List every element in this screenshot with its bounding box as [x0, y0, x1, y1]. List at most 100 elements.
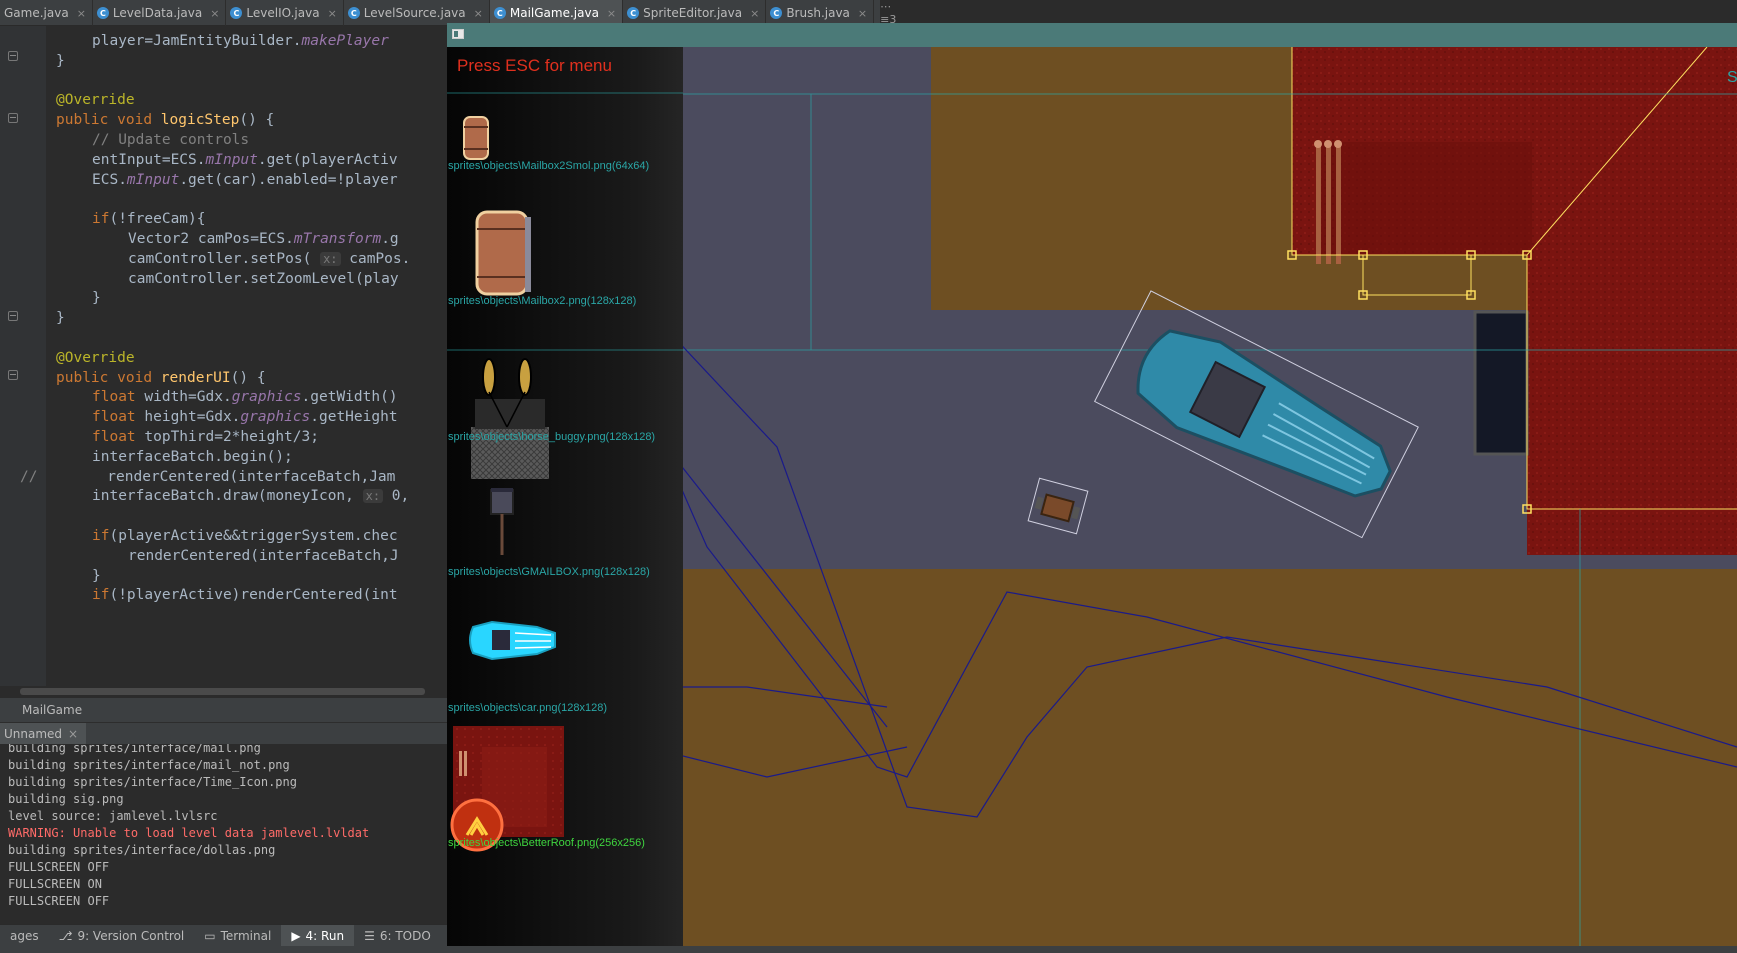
gmailbox-thumbnail[interactable] [490, 488, 514, 555]
run-console[interactable]: building sprites/interface/mail.png build… [0, 744, 450, 924]
palette-label[interactable]: sprites\objects\horse_buggy.png(128x128) [448, 431, 655, 443]
palette-label[interactable]: sprites\objects\Mailbox2Smol.png(64x64) [448, 160, 649, 172]
palette-label[interactable]: sprites\objects\Mailbox2.png(128x128) [448, 295, 636, 307]
edge-letter: S [1727, 69, 1737, 86]
editor-tab-label: LevelIO.java [246, 6, 320, 20]
code-line: renderCentered(interfaceBatch,J [128, 547, 399, 564]
code-line: } [92, 290, 101, 307]
editor-tab[interactable]: Game.java × [0, 0, 93, 26]
console-line: building sprites/interface/dollas.png [8, 843, 276, 857]
run-tab[interactable]: ▶ 4: Run [281, 924, 355, 947]
sprite-palette[interactable]: Press ESC for menu sprites\objects\Mailb… [447, 47, 683, 946]
console-line: building sprites/interface/mail_not.png [8, 758, 290, 772]
editor-tab[interactable]: C LevelIO.java × [226, 0, 344, 26]
code-line: } [92, 567, 101, 584]
code-line: if(!freeCam){ [92, 211, 206, 228]
editor-tab[interactable]: C LevelData.java × [93, 0, 227, 26]
console-line: building sig.png [8, 792, 124, 806]
code-line: interfaceBatch.begin(); [92, 448, 293, 465]
todo-tab[interactable]: ☰ 6: TODO [354, 925, 441, 947]
fold-icon[interactable] [8, 113, 18, 123]
window-icon [452, 29, 464, 39]
palette-thumbnails [447, 92, 683, 852]
console-line: WARNING: Unable to load level data jamle… [8, 826, 370, 840]
editor-tab-label: SpriteEditor.java [643, 6, 743, 20]
terminal-tab[interactable]: ▭ Terminal [194, 925, 281, 947]
code-line: entInput=ECS.mInput.get(playerActiv [92, 151, 398, 168]
doorway [1473, 310, 1529, 456]
todo-tab-label: 6: TODO [379, 928, 431, 943]
run-panel-title: MailGame [0, 698, 450, 722]
game-window-titlebar[interactable] [447, 23, 1737, 47]
code-line: ECS.mInput.get(car).enabled=!player [92, 171, 398, 188]
console-line: level source: jamlevel.lvlsrc [8, 809, 218, 823]
horizontal-scrollbar[interactable] [20, 688, 425, 695]
version-control-tab[interactable]: ⎇ 9: Version Control [49, 925, 195, 947]
code-line: public void renderUI() { [56, 369, 266, 386]
close-icon[interactable]: × [607, 7, 616, 20]
close-icon[interactable]: × [68, 723, 78, 745]
code-line: if(!playerActive)renderCentered(int [92, 587, 398, 604]
code-line: camController.setZoomLevel(play [128, 270, 399, 287]
roof-shadow [1317, 142, 1532, 255]
close-icon[interactable]: × [858, 7, 867, 20]
run-tabs: Unnamed × [0, 722, 450, 745]
palette-label[interactable]: sprites\objects\car.png(128x128) [448, 702, 607, 714]
code-line: float topThird=2*height/3; [92, 429, 319, 445]
roof-building-wing [1527, 255, 1737, 555]
editor-tab-label: Brush.java [786, 6, 850, 20]
mailbox-small-thumbnail[interactable] [463, 116, 489, 160]
run-tab-label: 4: Run [305, 928, 345, 943]
close-icon[interactable]: × [474, 7, 483, 20]
code-line: camController.setPos( x: camPos. [128, 250, 411, 267]
mailbox-large-thumbnail[interactable] [475, 210, 531, 296]
close-icon[interactable]: × [328, 7, 337, 20]
palette-label[interactable]: sprites\objects\GMAILBOX.png(128x128) [448, 566, 650, 578]
terminal-tab-label: Terminal [220, 928, 272, 943]
console-line: FULLSCREEN ON [8, 877, 102, 891]
console-line: building sprites/interface/mail.png [8, 744, 261, 755]
messages-tab[interactable]: ages [0, 925, 49, 947]
editor-tab-label: Game.java [4, 6, 69, 20]
todo-icon: ☰ [364, 928, 375, 943]
car-thumbnail[interactable] [469, 620, 556, 661]
code-line: if(playerActive&&triggerSystem.chec [92, 528, 398, 544]
game-window[interactable]: S Press ESC for menu sprites\objects\Mai… [447, 47, 1737, 946]
editor-tab-label: MailGame.java [509, 6, 599, 20]
run-tab-unnamed[interactable]: Unnamed × [0, 722, 87, 745]
class-icon: C [493, 7, 506, 19]
terminal-icon: ▭ [204, 928, 216, 943]
fold-icon[interactable] [8, 51, 18, 61]
messages-tab-label: ages [10, 928, 39, 943]
horse-buggy-thumbnail[interactable] [471, 358, 549, 479]
fold-icon[interactable] [8, 370, 18, 380]
vcs-icon: ⎇ [58, 928, 73, 943]
code-line: // Update controls [92, 132, 250, 148]
fold-icon[interactable] [8, 311, 18, 321]
code-line: } [56, 52, 65, 69]
code-line: // renderCentered(interfaceBatch,Jam [20, 468, 396, 485]
palette-label-selected[interactable]: sprites\objects\BetterRoof.png(256x256) [448, 837, 645, 849]
class-icon: C [347, 7, 360, 19]
console-line: FULLSCREEN OFF [8, 860, 110, 874]
roof-pipes [1314, 140, 1342, 264]
run-tab-label: Unnamed [4, 726, 63, 741]
close-icon[interactable]: × [750, 7, 759, 20]
class-icon: C [627, 7, 640, 19]
code-editor[interactable]: player=JamEntityBuilder.makePlayer} @Over… [20, 30, 450, 670]
version-control-tab-label: 9: Version Control [77, 928, 185, 943]
curb [919, 47, 931, 310]
class-icon: C [96, 7, 109, 19]
class-icon: C [770, 7, 783, 19]
console-line: FULLSCREEN OFF [8, 894, 110, 908]
code-line: Vector2 camPos=ECS.mTransform.g [128, 231, 399, 247]
code-line: @Override [56, 92, 135, 109]
status-bar [0, 946, 1737, 953]
code-line: interfaceBatch.draw(moneyIcon, x: 0, [92, 488, 410, 505]
console-line: building sprites/interface/Time_Icon.png [8, 775, 297, 789]
close-icon[interactable]: × [77, 7, 86, 20]
editor-tab-label: LevelData.java [112, 6, 203, 20]
code-line: public void logicStep() { [56, 112, 275, 129]
close-icon[interactable]: × [210, 7, 219, 20]
better-roof-thumbnail[interactable] [450, 726, 564, 852]
